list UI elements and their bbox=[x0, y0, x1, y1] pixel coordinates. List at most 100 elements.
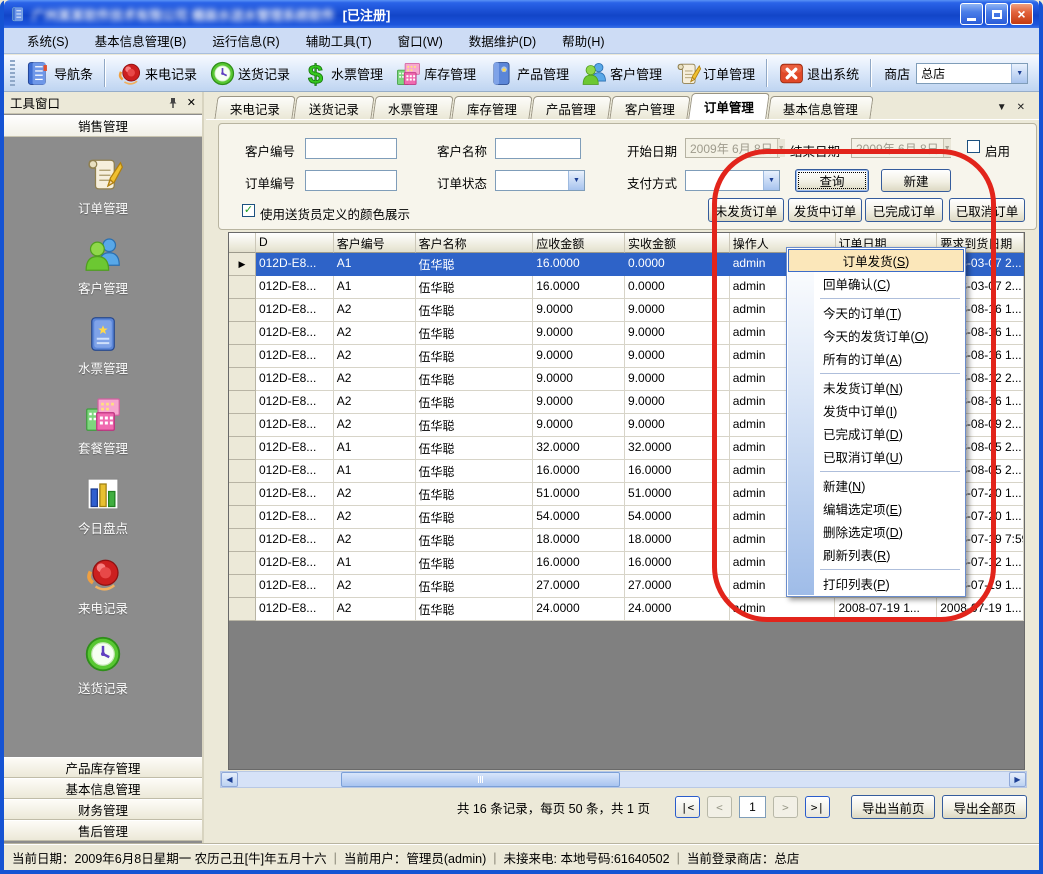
column-header-2[interactable]: 客户名称 bbox=[416, 233, 534, 253]
menubar-item-2[interactable]: 运行信息(R) bbox=[199, 28, 292, 53]
menubar-item-1[interactable]: 基本信息管理(B) bbox=[82, 28, 200, 53]
sidebar-section-财务管理[interactable]: 财务管理 bbox=[4, 799, 202, 820]
scroll-right-icon[interactable]: ▶ bbox=[1009, 772, 1026, 787]
sidebar-section-基本信息管理[interactable]: 基本信息管理 bbox=[4, 778, 202, 799]
column-header-1[interactable]: 客户编号 bbox=[334, 233, 416, 253]
minimize-button[interactable] bbox=[960, 3, 983, 25]
context-menu-item-发货中订单[interactable]: 发货中订单(I) bbox=[788, 399, 964, 422]
tab-送货记录[interactable]: 送货记录 bbox=[293, 96, 374, 119]
toolbar-button-calendar-grid[interactable]: 库存管理 bbox=[389, 57, 482, 90]
query-button[interactable]: 查询 bbox=[795, 169, 869, 192]
customer-name-input[interactable] bbox=[495, 138, 581, 159]
status-filter-button-已完成订单[interactable]: 已完成订单 bbox=[865, 198, 943, 222]
sidebar-item-送货记录[interactable]: 送货记录 bbox=[4, 634, 202, 697]
context-menu-item-订单发货[interactable]: 订单发货(S) bbox=[788, 249, 964, 272]
context-menu-item-今天的发货订单[interactable]: 今天的发货订单(O) bbox=[788, 324, 964, 347]
statusbar-divider: | bbox=[677, 851, 680, 865]
tab-水票管理[interactable]: 水票管理 bbox=[372, 96, 453, 119]
export-current-page-button[interactable]: 导出当前页 bbox=[851, 795, 936, 819]
sidebar-item-水票管理[interactable]: 水票管理 bbox=[4, 314, 202, 377]
scrollbar-track[interactable] bbox=[238, 772, 1009, 787]
sidebar-item-订单管理[interactable]: 订单管理 bbox=[4, 154, 202, 217]
toolbar-button-navigator-book[interactable]: 导航条 bbox=[19, 57, 99, 90]
next-page-button[interactable]: > bbox=[773, 796, 798, 818]
toolbar-button-label: 导航条 bbox=[54, 64, 93, 83]
enable-checkbox[interactable] bbox=[967, 140, 980, 153]
customer-no-input[interactable] bbox=[305, 138, 397, 159]
sidebar-section-售后管理[interactable]: 售后管理 bbox=[4, 820, 202, 841]
new-button[interactable]: 新建 bbox=[881, 169, 951, 192]
context-menu-item-未发货订单[interactable]: 未发货订单(N) bbox=[788, 376, 964, 399]
toolbar-button-order-scroll[interactable]: 订单管理 bbox=[668, 57, 761, 90]
context-menu-item-已完成订单[interactable]: 已完成订单(D) bbox=[788, 422, 964, 445]
maximize-button[interactable] bbox=[985, 3, 1008, 25]
tab-list-dropdown-icon[interactable]: ▼ bbox=[997, 102, 1007, 113]
column-header-3[interactable]: 应收金额 bbox=[533, 233, 625, 253]
tab-产品管理[interactable]: 产品管理 bbox=[530, 96, 611, 119]
table-row[interactable]: 012D-E8...A2伍华聪24.000024.0000admin2008-0… bbox=[229, 598, 1024, 621]
export-all-pages-button[interactable]: 导出全部页 bbox=[942, 795, 1027, 819]
horizontal-scrollbar[interactable]: ◀ ▶ bbox=[220, 771, 1027, 788]
sidebar-item-来电记录[interactable]: 来电记录 bbox=[4, 554, 202, 617]
tab-close-icon[interactable]: ✕ bbox=[1017, 102, 1025, 113]
first-page-button[interactable]: |< bbox=[675, 796, 700, 818]
context-menu-item-已取消订单[interactable]: 已取消订单(U) bbox=[788, 445, 964, 468]
status-filter-button-发货中订单[interactable]: 发货中订单 bbox=[788, 198, 862, 222]
start-date-picker[interactable]: 2009年 6月 8日 ▼ bbox=[685, 138, 780, 158]
order-no-input[interactable] bbox=[305, 170, 397, 191]
pin-icon[interactable] bbox=[167, 97, 179, 109]
pay-method-combobox[interactable]: ▼ bbox=[685, 170, 780, 191]
menubar-item-4[interactable]: 窗口(W) bbox=[385, 28, 456, 53]
sidebar-section-产品库存管理[interactable]: 产品库存管理 bbox=[4, 757, 202, 778]
tab-订单管理[interactable]: 订单管理 bbox=[688, 93, 770, 119]
context-menu-item-打印列表[interactable]: 打印列表(P) bbox=[788, 572, 964, 595]
context-menu-item-今天的订单[interactable]: 今天的订单(T) bbox=[788, 301, 964, 324]
tab-客户管理[interactable]: 客户管理 bbox=[609, 96, 690, 119]
column-header-4[interactable]: 实收金额 bbox=[625, 233, 730, 253]
context-menu-item-回单确认[interactable]: 回单确认(C) bbox=[788, 272, 964, 295]
close-button[interactable]: × bbox=[1010, 3, 1033, 25]
toolbar-button-exit-x[interactable]: 退出系统 bbox=[772, 57, 865, 90]
driver-color-checkbox[interactable]: ✓ bbox=[242, 204, 255, 217]
sidebar-section-sales[interactable]: 销售管理 bbox=[4, 115, 202, 137]
toolbar-button-customers[interactable]: 客户管理 bbox=[575, 57, 668, 90]
end-date-picker[interactable]: 2009年 6月 8日 ▼ bbox=[851, 138, 951, 158]
prev-page-button[interactable]: < bbox=[707, 796, 732, 818]
menubar-item-0[interactable]: 系统(S) bbox=[14, 28, 82, 53]
tab-来电记录[interactable]: 来电记录 bbox=[214, 96, 295, 119]
sidebar-close-icon[interactable]: ✕ bbox=[187, 96, 196, 109]
chevron-down-icon[interactable]: ▼ bbox=[763, 171, 779, 190]
menubar-item-5[interactable]: 数据维护(D) bbox=[456, 28, 549, 53]
context-menu-item-编辑选定项[interactable]: 编辑选定项(E) bbox=[788, 497, 964, 520]
scrollbar-thumb[interactable] bbox=[341, 772, 620, 787]
toolbar-button-product-book[interactable]: 产品管理 bbox=[482, 57, 575, 90]
chevron-down-icon[interactable]: ▼ bbox=[777, 139, 785, 157]
toolbar-grip[interactable] bbox=[10, 60, 15, 86]
order-status-combobox[interactable]: ▼ bbox=[495, 170, 585, 191]
sidebar-item-客户管理[interactable]: 客户管理 bbox=[4, 234, 202, 297]
toolbar-button-delivery-clock[interactable]: 送货记录 bbox=[203, 57, 296, 90]
chevron-down-icon[interactable]: ▼ bbox=[1011, 64, 1027, 83]
tab-基本信息管理[interactable]: 基本信息管理 bbox=[767, 96, 873, 119]
last-page-button[interactable]: >| bbox=[805, 796, 830, 818]
tab-label: 水票管理 bbox=[388, 99, 438, 118]
tab-库存管理[interactable]: 库存管理 bbox=[451, 96, 532, 119]
status-filter-button-已取消订单[interactable]: 已取消订单 bbox=[949, 198, 1025, 222]
sidebar-item-今日盘点[interactable]: 今日盘点 bbox=[4, 474, 202, 537]
store-combobox[interactable]: 总店 ▼ bbox=[916, 63, 1028, 84]
toolbar-button-call-bell[interactable]: 来电记录 bbox=[110, 57, 203, 90]
chevron-down-icon[interactable]: ▼ bbox=[943, 139, 951, 157]
context-menu-item-新建[interactable]: 新建(N) bbox=[788, 474, 964, 497]
page-number-input[interactable] bbox=[739, 796, 766, 818]
context-menu-item-删除选定项[interactable]: 删除选定项(D) bbox=[788, 520, 964, 543]
scroll-left-icon[interactable]: ◀ bbox=[221, 772, 238, 787]
menubar-item-6[interactable]: 帮助(H) bbox=[549, 28, 617, 53]
toolbar-button-dollar[interactable]: $水票管理 bbox=[296, 57, 389, 90]
menubar-item-3[interactable]: 辅助工具(T) bbox=[293, 28, 385, 53]
column-header-0[interactable]: D bbox=[256, 233, 334, 253]
status-filter-button-未发货订单[interactable]: 未发货订单 bbox=[708, 198, 784, 222]
context-menu-item-刷新列表[interactable]: 刷新列表(R) bbox=[788, 543, 964, 566]
chevron-down-icon[interactable]: ▼ bbox=[568, 171, 584, 190]
sidebar-item-套餐管理[interactable]: 套餐管理 bbox=[4, 394, 202, 457]
context-menu-item-所有的订单[interactable]: 所有的订单(A) bbox=[788, 347, 964, 370]
